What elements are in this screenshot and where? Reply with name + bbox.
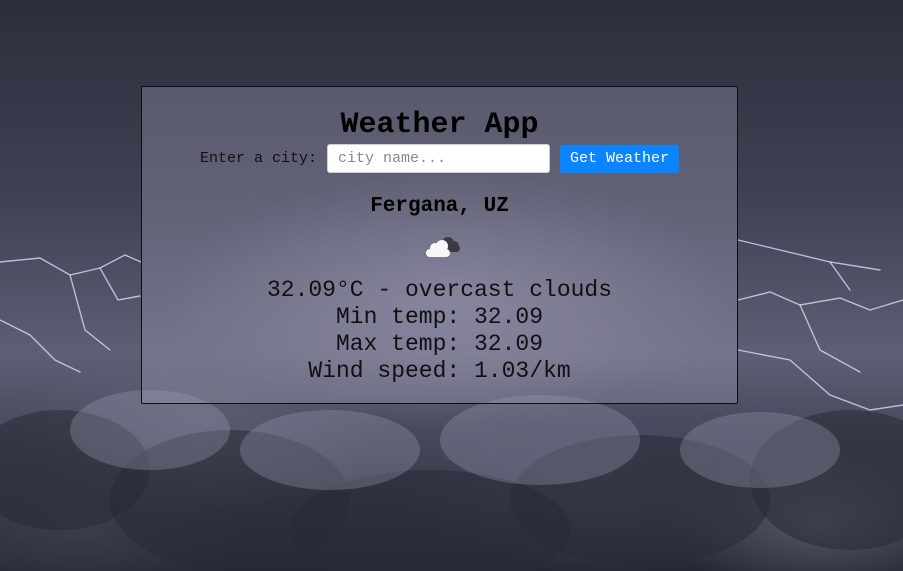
city-input[interactable]	[327, 144, 550, 173]
weather-details: 32.09°C - overcast clouds Min temp: 32.0…	[142, 277, 737, 385]
app-title: Weather App	[340, 108, 539, 142]
overcast-clouds-icon	[426, 237, 460, 257]
location-name: Fergana, UZ	[370, 195, 509, 218]
min-temp: Min temp: 32.09	[335, 304, 544, 330]
get-weather-button[interactable]: Get Weather	[560, 144, 680, 173]
city-search-form: Enter a city: Get Weather	[142, 144, 737, 173]
city-input-label: Enter a city:	[199, 150, 317, 167]
temperature-summary: 32.09°C - overcast clouds	[266, 277, 613, 303]
wind-speed: Wind speed: 1.03/km	[308, 358, 571, 384]
max-temp: Max temp: 32.09	[335, 331, 544, 357]
weather-card: Weather App Enter a city: Get Weather Fe…	[141, 86, 738, 404]
